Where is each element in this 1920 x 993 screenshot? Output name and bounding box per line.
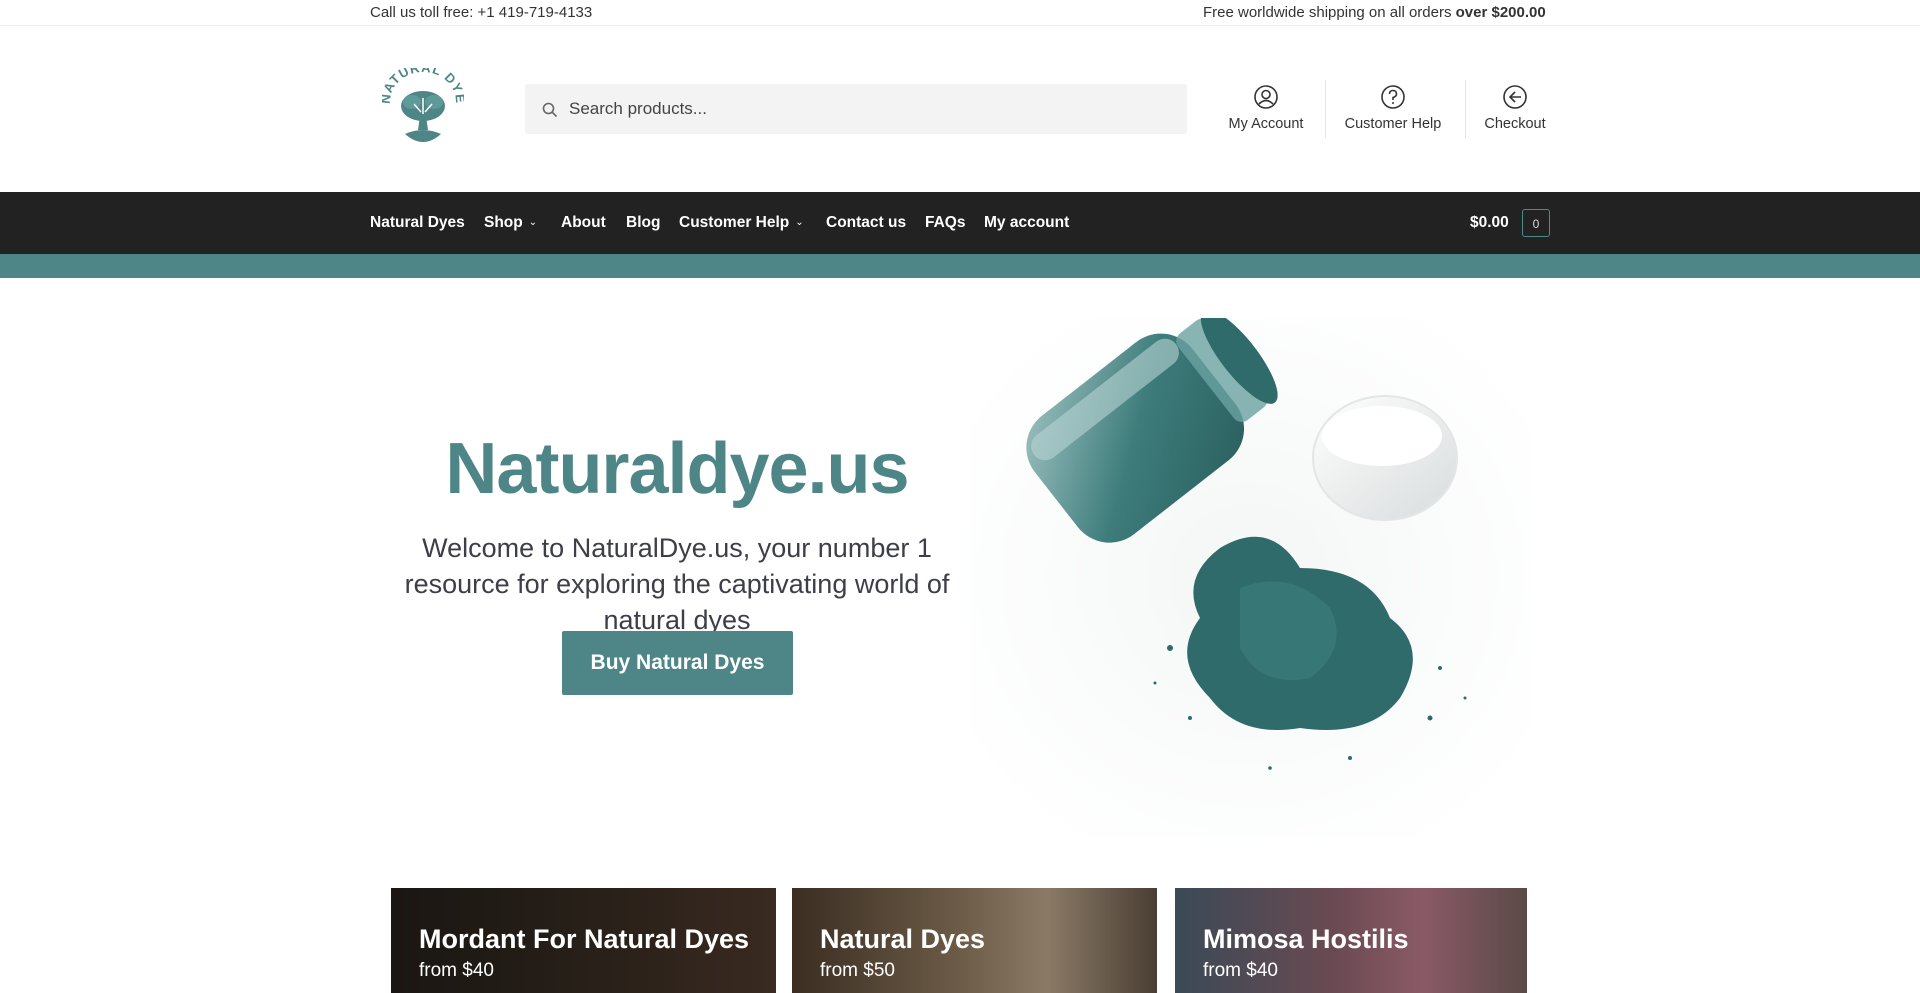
category-card-mimosa-hostilis[interactable]: Mimosa Hostilis from $40: [1175, 888, 1527, 993]
buy-natural-dyes-button[interactable]: Buy Natural Dyes: [562, 631, 793, 695]
hero-subtitle: Welcome to NaturalDye.us, your number 1 …: [404, 533, 950, 635]
checkout-label: Checkout: [1484, 116, 1546, 132]
help-circle-icon: [1381, 85, 1405, 109]
search-input[interactable]: [569, 84, 1169, 134]
customer-help-label: Customer Help: [1344, 116, 1442, 132]
chevron-down-icon: ⌄: [528, 217, 538, 228]
my-account-label: My Account: [1228, 116, 1304, 132]
customer-help-link[interactable]: Customer Help: [1336, 84, 1450, 142]
cart-total[interactable]: $0.00: [1470, 214, 1509, 232]
category-card-mordant[interactable]: Mordant For Natural Dyes from $40: [391, 888, 776, 993]
header-divider: [1325, 80, 1326, 138]
top-bar: Call us toll free: +1 419-719-4133 Free …: [0, 0, 1920, 26]
nav-item-my-account[interactable]: My account: [984, 214, 1069, 232]
nav-item-shop[interactable]: Shop ⌄: [484, 214, 537, 232]
shipping-info: Free worldwide shipping on all orders ov…: [1203, 4, 1546, 21]
nav-item-about[interactable]: About: [561, 214, 606, 232]
category-price: from $40: [419, 960, 494, 981]
nav-item-customer-help[interactable]: Customer Help ⌄: [679, 214, 804, 232]
phone-info: Call us toll free: +1 419-719-4133: [370, 4, 593, 21]
chevron-down-icon: ⌄: [795, 217, 804, 228]
header-divider: [1465, 80, 1466, 138]
category-title: Mordant For Natural Dyes: [419, 924, 750, 954]
main-navigation: Natural Dyes Shop ⌄ About Blog Customer H…: [0, 192, 1920, 254]
site-logo[interactable]: NATURAL DYE: [382, 68, 464, 144]
hero-dye-jar-image: [970, 318, 1530, 838]
nav-item-natural-dyes[interactable]: Natural Dyes: [370, 214, 465, 232]
category-title: Mimosa Hostilis: [1203, 924, 1409, 954]
user-circle-icon: [1254, 85, 1278, 109]
shipping-threshold: over $200.00: [1455, 4, 1546, 21]
arrow-circle-icon: [1503, 85, 1527, 109]
category-title: Natural Dyes: [820, 924, 986, 954]
hero-title: Naturaldye.us: [445, 429, 909, 509]
product-search[interactable]: [525, 84, 1187, 134]
category-price: from $40: [1203, 960, 1278, 981]
nav-item-faqs[interactable]: FAQs: [925, 214, 965, 232]
category-card-natural-dyes[interactable]: Natural Dyes from $50: [792, 888, 1157, 993]
my-account-link[interactable]: My Account: [1218, 84, 1314, 142]
nav-item-blog[interactable]: Blog: [626, 214, 660, 232]
nav-item-contact-us[interactable]: Contact us: [826, 214, 906, 232]
category-price: from $50: [820, 960, 895, 981]
cart-count-badge[interactable]: 0: [1522, 209, 1550, 237]
accent-band: [0, 254, 1920, 278]
checkout-link[interactable]: Checkout: [1478, 84, 1552, 142]
search-icon: [542, 102, 558, 118]
